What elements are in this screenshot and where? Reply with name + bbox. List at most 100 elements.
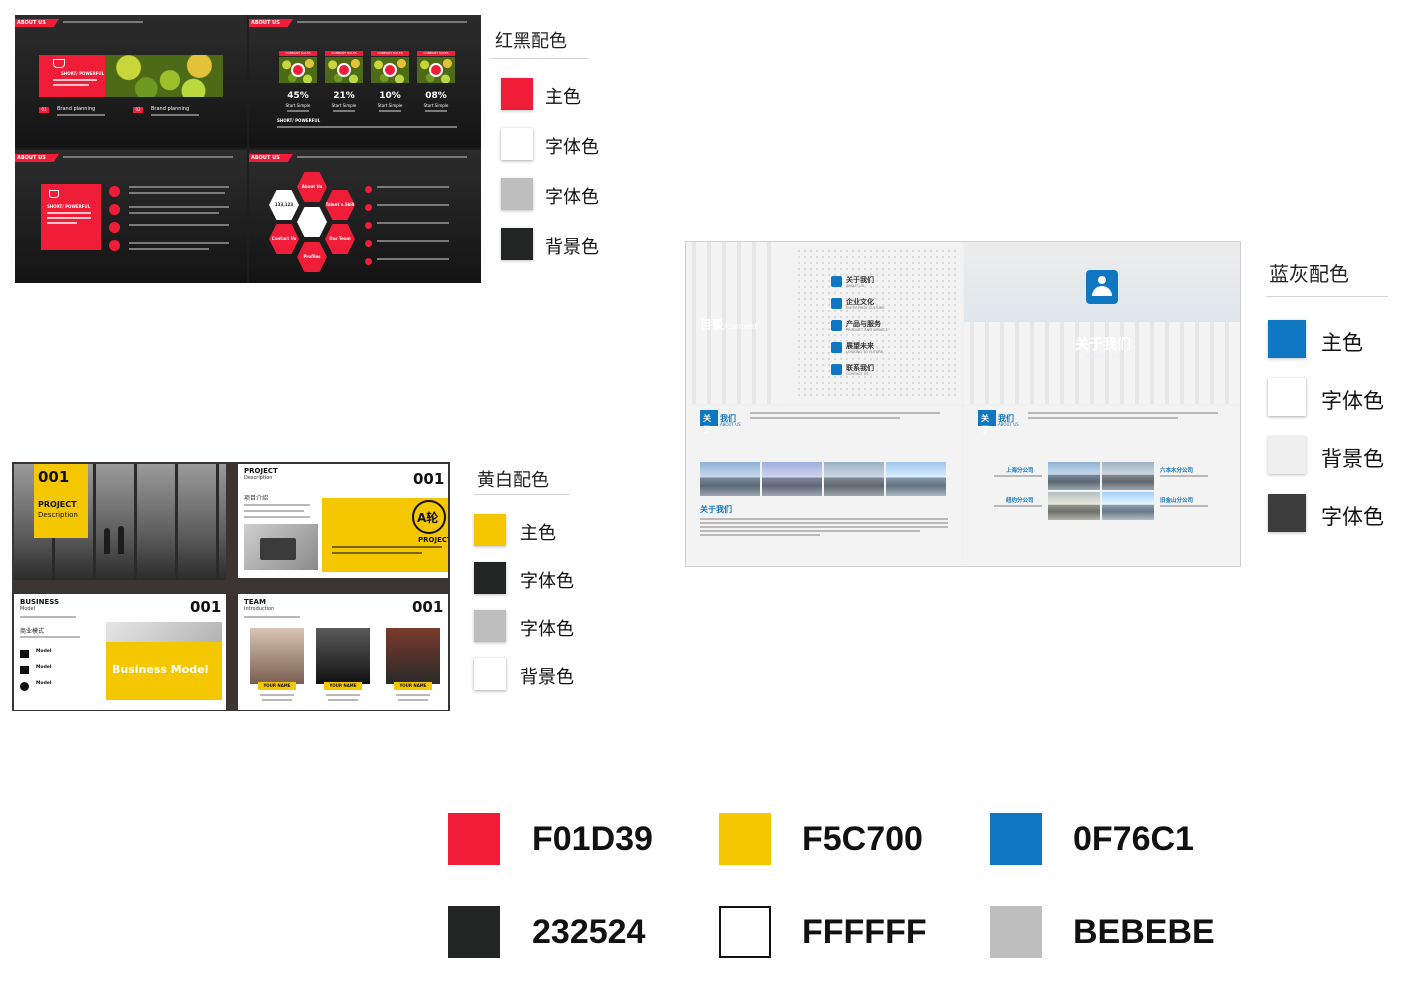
hex-color-swatch <box>990 813 1042 865</box>
menu-item-en: ENTERPRISE CULTURE <box>846 306 885 310</box>
red-black-template-preview: ABOUT US SHORT/ POWERFUL 01 Brand planni… <box>15 15 481 283</box>
project-label: PROJECT <box>38 500 77 509</box>
hex-profiles: Profiles <box>297 242 327 272</box>
fruit-photo <box>417 57 455 83</box>
step-01-badge: 01 <box>39 107 49 113</box>
hex-code-label: FFFFFF <box>802 913 927 951</box>
hex-code-label: BEBEBE <box>1073 913 1215 951</box>
menu-icon <box>831 276 842 287</box>
red-slide-3: ABOUT US SHORT/ POWERFUL <box>15 150 247 283</box>
about-tag-text: 关于 <box>703 414 711 434</box>
project-intro-cn: 项目介绍 <box>244 495 269 502</box>
short-powerful-text: SHORT/ POWERFUL <box>61 71 105 76</box>
color-swatch <box>501 178 533 210</box>
thumbs-up-icon <box>109 222 120 233</box>
hex-contact-us: Contact Us <box>269 224 299 254</box>
menu-item-en: PRODUCT AND SERVICE <box>846 328 888 332</box>
person-silhouette <box>104 528 110 554</box>
coffee-cup-icon <box>49 190 59 198</box>
start-simple-label: Start Simple <box>285 103 311 108</box>
about-us-tag: ABOUT US <box>15 154 59 162</box>
company-sales-tag: COMPANY SALES <box>371 51 409 56</box>
business-model-label: Business Model <box>112 663 209 676</box>
description-subtitle: Description <box>244 475 273 481</box>
red-info-block: SHORT/ POWERFUL <box>39 55 105 97</box>
target-icon <box>291 63 305 77</box>
slide-number: 001 <box>190 598 222 616</box>
swatch-label: 主色 <box>545 87 581 108</box>
target-icon <box>383 63 397 77</box>
swatch-label: 字体色 <box>1321 504 1384 529</box>
swatch-label: 背景色 <box>545 237 599 258</box>
city-photo <box>886 462 946 496</box>
team-title: TEAM <box>244 598 266 606</box>
fruit-photo <box>325 57 363 83</box>
project-yellow-box: 001 PROJECT Description <box>34 464 88 538</box>
slide-number: 001 <box>412 598 444 616</box>
about-cover-title: 关于我们 <box>1075 337 1131 353</box>
red-slide-1: ABOUT US SHORT/ POWERFUL 01 Brand planni… <box>15 15 247 148</box>
round-yellow-box: A轮 PROJECT <box>322 498 448 572</box>
swatch-label: 字体色 <box>545 187 599 208</box>
blue-gray-template-preview: 目录/content 关于我们 ABOUT US 企业文化 ENTERPRISE CU… <box>685 241 1241 567</box>
business-model-cn: 商业模式 <box>20 628 45 635</box>
description-label: Description <box>38 511 78 519</box>
bullet-icon <box>365 240 372 247</box>
laptop-photo <box>244 524 318 570</box>
slide-number: 001 <box>413 470 445 488</box>
hand-icon <box>109 204 120 215</box>
swatch-label: 主色 <box>520 523 556 544</box>
bullet-icon <box>365 222 372 229</box>
menu-icon <box>831 320 842 331</box>
menu-item-en: CONTACT US <box>846 372 869 376</box>
blue-slide-branches: 关于 我们 ABOUT US 上海分公司 六本木分公司 纽约分公司 旧金山分公司 <box>964 406 1240 566</box>
swatch-label: 字体色 <box>520 619 574 640</box>
team-member-photo <box>250 628 304 684</box>
branch-newyork: 纽约分公司 <box>1006 498 1034 504</box>
about-tag-box: 关于 <box>978 410 996 434</box>
yellow-slide-project-description: PROJECT Description 001 项目介绍 A轮 PROJECT <box>238 464 448 578</box>
branch-sanfrancisco: 旧金山分公司 <box>1160 498 1194 504</box>
menu-item-en: LOOKING TO FUTURE <box>846 350 884 354</box>
color-swatch <box>501 78 533 110</box>
hex-code-label: 232524 <box>532 913 646 951</box>
city-photo <box>1102 462 1154 490</box>
branch-shanghai: 上海分公司 <box>1006 468 1034 474</box>
menu-icon <box>831 298 842 309</box>
team-member-name: YOUR NAME <box>258 682 296 690</box>
model-subtitle: Model <box>20 606 36 612</box>
sales-percent: 45% <box>287 91 309 101</box>
company-sales-tag: COMPANY SALES <box>279 51 317 56</box>
about-cover-subtitle: ABOUT US <box>1084 352 1122 360</box>
target-icon <box>429 63 443 77</box>
hex-color-swatch <box>719 906 771 958</box>
swatch-label: 字体色 <box>520 571 574 592</box>
model-item-label: Model <box>36 665 52 670</box>
color-swatch <box>1268 378 1306 416</box>
about-tag-en: ABOUT US <box>720 422 741 427</box>
team-member-photo <box>316 628 370 684</box>
blue-gray-palette-title: 蓝灰配色 <box>1269 262 1349 286</box>
dollar-icon <box>20 682 29 691</box>
blue-slide-about-cover: 关于我们 ABOUT US <box>964 242 1240 404</box>
contents-title: 目录 <box>700 318 725 332</box>
yellow-white-template-preview: 001 PROJECT Description PROJECT Descript… <box>12 462 450 711</box>
team-member-name: YOUR NAME <box>324 682 362 690</box>
about-heading: 关于我们 <box>700 505 732 514</box>
hex-about-us: About Us <box>297 172 327 202</box>
business-title: BUSINESS <box>20 598 60 606</box>
about-us-tag: ABOUT US <box>249 19 293 27</box>
bullet-icon <box>365 186 372 193</box>
yellow-white-palette-title: 黄白配色 <box>477 470 549 491</box>
hex-code-label: 0F76C1 <box>1073 820 1194 858</box>
hex-color-swatch <box>448 813 500 865</box>
swatch-label: 字体色 <box>1321 388 1384 413</box>
color-swatch <box>474 658 506 690</box>
blue-slide-contents: 目录/content 关于我们 ABOUT US 企业文化 ENTERPRISE CU… <box>686 242 962 404</box>
project-label: PROJECT <box>418 536 448 544</box>
start-simple-label: Start Simple <box>423 103 449 108</box>
team-member-name: YOUR NAME <box>394 682 432 690</box>
swatch-label: 主色 <box>1321 330 1363 355</box>
chart-icon <box>20 650 29 658</box>
business-model-box: Business Model <box>106 642 222 700</box>
